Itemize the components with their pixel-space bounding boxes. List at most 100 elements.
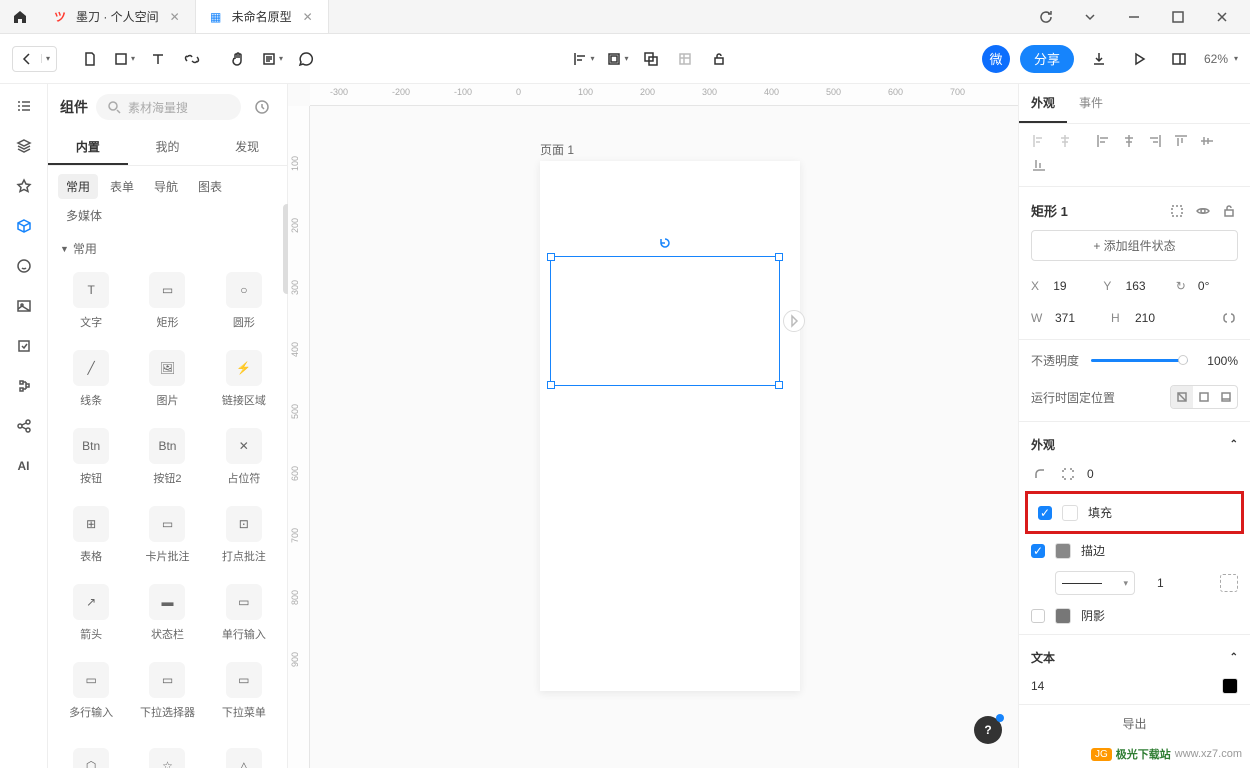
text-color-swatch[interactable] <box>1222 678 1238 694</box>
radius-icon[interactable] <box>1031 465 1049 483</box>
component-item[interactable]: ✕占位符 <box>209 421 279 493</box>
cat-nav[interactable]: 导航 <box>146 174 186 199</box>
combine-tool[interactable] <box>636 44 666 74</box>
opacity-slider[interactable] <box>1091 359 1188 362</box>
opacity-value[interactable]: 100% <box>1198 354 1238 368</box>
align-left-tool[interactable]: ▾ <box>568 44 598 74</box>
note-tool[interactable]: ▾ <box>257 44 287 74</box>
tab-mine[interactable]: 我的 <box>128 130 208 165</box>
help-fab[interactable]: ? <box>974 716 1002 744</box>
tab-events[interactable]: 事件 <box>1067 84 1115 123</box>
resize-handle[interactable] <box>775 381 783 389</box>
component-item[interactable]: △ <box>209 733 279 768</box>
cat-form[interactable]: 表单 <box>102 174 142 199</box>
component-item[interactable]: ⬡ <box>56 733 126 768</box>
component-item[interactable]: Btn按钮2 <box>132 421 202 493</box>
resize-handle[interactable] <box>547 253 555 261</box>
component-item[interactable]: 🖼图片 <box>132 343 202 415</box>
tab-appearance[interactable]: 外观 <box>1019 84 1067 123</box>
component-item[interactable]: ╱线条 <box>56 343 126 415</box>
component-item[interactable]: ▭卡片批注 <box>132 499 202 571</box>
back-button[interactable]: ▾ <box>12 46 57 72</box>
align-left-icon[interactable] <box>1029 132 1049 150</box>
align-hcenter-icon[interactable] <box>1055 132 1075 150</box>
rotate-handle-icon[interactable] <box>657 235 673 254</box>
y-value[interactable]: 163 <box>1126 279 1166 293</box>
font-size[interactable]: 14 <box>1031 679 1044 693</box>
cat-chart[interactable]: 图表 <box>190 174 230 199</box>
resize-handle[interactable] <box>775 253 783 261</box>
resize-handle[interactable] <box>547 381 555 389</box>
rail-master-icon[interactable] <box>10 332 38 360</box>
align-bottom-icon[interactable] <box>1029 156 1049 174</box>
search-input[interactable]: 素材海量搜 <box>96 94 241 120</box>
cat-common[interactable]: 常用 <box>58 174 98 199</box>
zoom-control[interactable]: 62%▾ <box>1204 52 1238 66</box>
maximize-icon[interactable] <box>1158 4 1198 30</box>
page-tool[interactable] <box>75 44 105 74</box>
rail-share-icon[interactable] <box>10 412 38 440</box>
link-wh-icon[interactable] <box>1220 309 1238 327</box>
component-item[interactable]: ▭下拉菜单 <box>209 655 279 727</box>
stroke-position-icon[interactable] <box>1220 574 1238 592</box>
rail-components-icon[interactable] <box>10 212 38 240</box>
component-item[interactable]: ▭下拉选择器 <box>132 655 202 727</box>
stroke-width[interactable]: 1 <box>1157 576 1164 590</box>
fix-none-icon[interactable] <box>1171 386 1193 408</box>
rail-tree-icon[interactable] <box>10 372 38 400</box>
tab-builtin[interactable]: 内置 <box>48 130 128 165</box>
chevron-down-icon[interactable] <box>1070 4 1110 30</box>
fill-checkbox[interactable]: ✓ <box>1038 506 1052 520</box>
fill-color-swatch[interactable] <box>1062 505 1078 521</box>
stroke-color-swatch[interactable] <box>1055 543 1071 559</box>
rail-emoji-icon[interactable] <box>10 252 38 280</box>
component-item[interactable]: T文字 <box>56 265 126 337</box>
section-header[interactable]: ▼ 常用 <box>48 236 287 261</box>
component-item[interactable]: ☆ <box>132 733 202 768</box>
panel-icon[interactable] <box>1164 44 1194 74</box>
section-appearance[interactable]: 外观 ⌃ <box>1019 426 1250 459</box>
component-item[interactable]: ▭多行输入 <box>56 655 126 727</box>
group-tool[interactable] <box>670 44 700 74</box>
rail-layers-icon[interactable] <box>10 132 38 160</box>
rail-outline-icon[interactable] <box>10 92 38 120</box>
comment-tool[interactable] <box>291 44 321 74</box>
component-item[interactable]: ▬状态栏 <box>132 577 202 649</box>
align-left2-icon[interactable] <box>1093 132 1113 150</box>
align-hcenter2-icon[interactable] <box>1119 132 1139 150</box>
component-item[interactable]: ▭矩形 <box>132 265 202 337</box>
chevron-down-icon[interactable]: ▾ <box>41 54 50 63</box>
close-icon[interactable]: ✕ <box>167 9 183 25</box>
link-tool[interactable] <box>177 44 207 74</box>
bounds-icon[interactable] <box>1168 202 1186 220</box>
component-item[interactable]: ⊡打点批注 <box>209 499 279 571</box>
component-item[interactable]: ▭单行输入 <box>209 577 279 649</box>
hand-tool[interactable] <box>223 44 253 74</box>
frame-tool[interactable]: ▾ <box>602 44 632 74</box>
rotation-value[interactable]: 0° <box>1198 279 1238 293</box>
fix-full-icon[interactable] <box>1193 386 1215 408</box>
close-window-icon[interactable] <box>1202 4 1242 30</box>
shadow-checkbox[interactable] <box>1031 609 1045 623</box>
home-icon[interactable] <box>0 0 40 33</box>
canvas[interactable]: 页面 1 <box>310 106 1018 768</box>
minimize-icon[interactable] <box>1114 4 1154 30</box>
browser-tab-workspace[interactable]: ツ 墨刀 · 个人空间 ✕ <box>40 0 196 33</box>
stroke-style-select[interactable]: ▾ <box>1055 571 1135 595</box>
component-item[interactable]: ⊞表格 <box>56 499 126 571</box>
selection-rect[interactable] <box>550 256 780 386</box>
text-tool[interactable] <box>143 44 173 74</box>
section-text[interactable]: 文本 ⌃ <box>1019 639 1250 672</box>
close-icon[interactable]: ✕ <box>300 9 316 25</box>
refresh-icon[interactable] <box>1026 4 1066 30</box>
flow-handle-icon[interactable] <box>783 310 805 332</box>
align-right-icon[interactable] <box>1145 132 1165 150</box>
radius-value[interactable]: 0 <box>1087 467 1094 481</box>
download-icon[interactable] <box>1084 44 1114 74</box>
unlock-icon[interactable] <box>1220 202 1238 220</box>
page-label[interactable]: 页面 1 <box>540 141 574 158</box>
radius-individual-icon[interactable] <box>1059 465 1077 483</box>
micro-button[interactable]: 微 <box>982 45 1010 73</box>
align-top-icon[interactable] <box>1171 132 1191 150</box>
eye-icon[interactable] <box>1194 202 1212 220</box>
